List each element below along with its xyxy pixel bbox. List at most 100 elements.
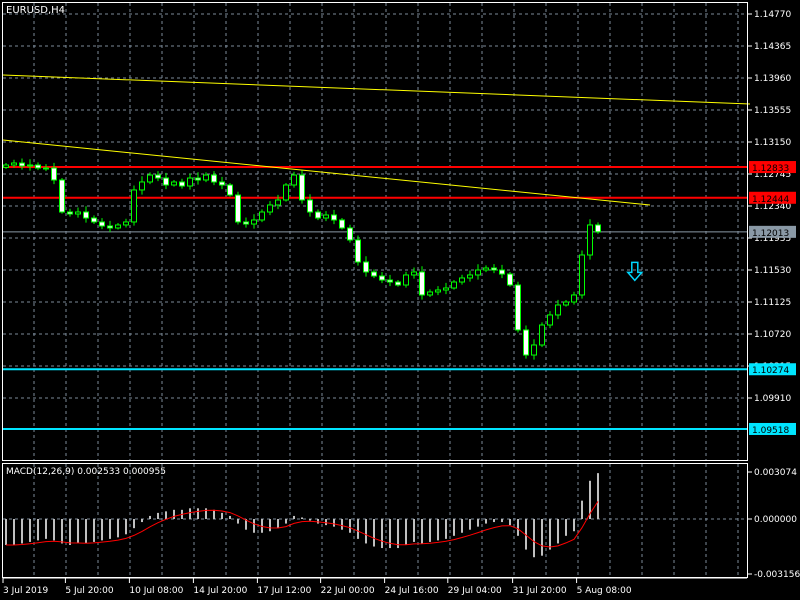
candle-body (259, 211, 265, 221)
price-marker-label: 1.09518 (752, 426, 789, 436)
candle-body (211, 174, 217, 183)
candle-body (163, 177, 169, 186)
candle-body (323, 214, 329, 219)
candle-body (19, 162, 25, 167)
candles (3, 158, 601, 360)
candle-body (555, 304, 561, 316)
candle-body (83, 211, 89, 219)
candle-body (91, 217, 97, 223)
candle-body (403, 274, 409, 286)
time-label: 14 Jul 20:00 (193, 586, 247, 596)
price-label: 1.14770 (754, 10, 791, 20)
time-label: 10 Jul 08:00 (129, 586, 183, 596)
candle-body (371, 271, 377, 277)
candle-body (475, 269, 481, 276)
candle-body (363, 261, 369, 273)
candle-body (395, 281, 401, 286)
candle-body (427, 291, 433, 296)
time-label: 29 Jul 04:00 (448, 586, 502, 596)
candle-body (131, 189, 137, 223)
candle-body (123, 221, 129, 226)
candle-body (235, 194, 241, 223)
price-label: 1.09910 (754, 394, 791, 404)
price-label: 1.11530 (754, 266, 791, 276)
candle-body (251, 219, 257, 225)
candle-body (11, 162, 17, 166)
candle-body (531, 344, 537, 356)
price-label: 1.13150 (754, 138, 791, 148)
candle-body (355, 239, 361, 263)
candle-body (75, 211, 81, 215)
candle-body (243, 221, 249, 225)
macd-label: MACD(12,26,9) 0.002533 0.000955 (6, 467, 166, 477)
symbol-label: EURUSD,H4 (6, 5, 65, 16)
candle-body (563, 301, 569, 306)
candle-body (67, 211, 73, 215)
candle-body (107, 225, 113, 229)
candle-body (587, 224, 593, 256)
candle-body (387, 279, 393, 283)
candle-body (571, 294, 577, 303)
macd-axis-label: -0.003156 (754, 570, 800, 580)
candle-body (419, 271, 425, 296)
trendlines[interactable] (2, 74, 751, 206)
candle-body (51, 167, 57, 181)
candle-body (139, 181, 145, 191)
price-label: 1.13555 (754, 106, 791, 116)
candle-body (291, 174, 297, 186)
price-chart[interactable]: 1.147701.143651.139601.135551.131501.127… (0, 0, 800, 600)
price-label: 1.13960 (754, 74, 791, 84)
candle-body (491, 267, 497, 271)
price-label: 1.11125 (754, 298, 791, 308)
sell-signal-arrow[interactable] (626, 261, 644, 282)
candle-body (539, 324, 545, 346)
time-label: 3 Jul 2019 (3, 586, 48, 596)
candle-body (315, 211, 321, 219)
price-marker-label: 1.10274 (752, 366, 789, 376)
candle-body (435, 289, 441, 293)
candle-body (579, 254, 585, 296)
time-label: 5 Aug 08:00 (577, 586, 632, 596)
time-label: 31 Jul 20:00 (513, 586, 567, 596)
candle-body (451, 281, 457, 289)
trendline (2, 139, 651, 206)
macd-axis-label: 0.003074 (754, 468, 797, 478)
candle-body (411, 271, 417, 276)
time-label: 5 Jul 20:00 (65, 586, 114, 596)
candle-body (227, 184, 233, 196)
price-marker-label: 1.12444 (752, 195, 789, 205)
time-label: 22 Jul 00:00 (321, 586, 375, 596)
candle-body (467, 274, 473, 279)
candle-body (331, 214, 337, 221)
time-label: 17 Jul 12:00 (257, 586, 311, 596)
candle-body (147, 174, 153, 183)
candle-body (283, 184, 289, 201)
macd-indicator (5, 473, 599, 558)
candle-body (275, 199, 281, 206)
candle-body (499, 269, 505, 275)
candle-body (379, 275, 385, 281)
arrow-down-icon (626, 261, 644, 282)
candle-body (171, 181, 177, 186)
macd-axis-label: 0.000000 (754, 515, 797, 525)
candle-body (523, 329, 529, 356)
candle-body (299, 174, 305, 201)
price-marker-label: 1.12833 (752, 164, 789, 174)
candle-body (483, 267, 489, 271)
price-label: 1.14365 (754, 42, 791, 52)
candle-body (59, 179, 65, 213)
axes (2, 2, 748, 578)
candle-body (179, 181, 185, 187)
candle-body (203, 174, 209, 181)
candle-body (155, 174, 161, 179)
candle-body (267, 204, 273, 213)
candle-body (459, 277, 465, 283)
candle-body (219, 181, 225, 186)
axis-labels: 1.147701.143651.139601.135551.131501.127… (2, 10, 800, 596)
candle-body (547, 314, 553, 326)
price-label: 1.10720 (754, 330, 791, 340)
candle-body (35, 164, 41, 169)
candle-body (43, 167, 49, 170)
price-marker-label: 1.12013 (752, 229, 789, 239)
time-label: 24 Jul 16:00 (385, 586, 439, 596)
